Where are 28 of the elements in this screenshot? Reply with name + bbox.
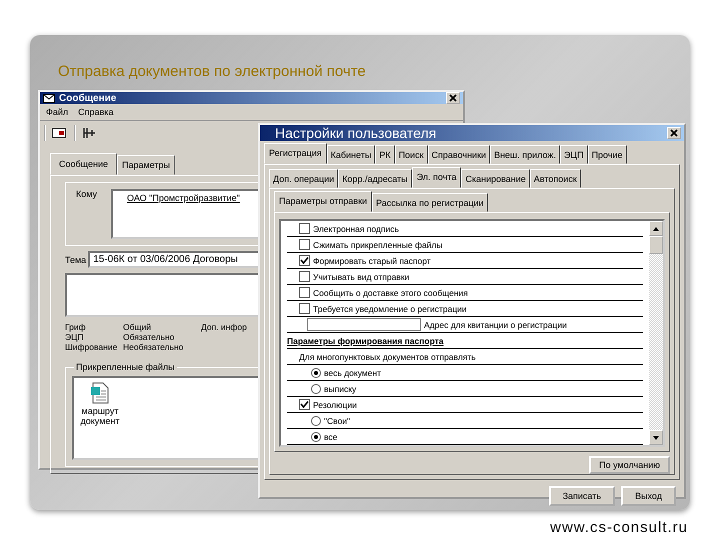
- info-label: Гриф: [65, 322, 87, 332]
- checkbox-label: Учитывать вид отправки: [313, 272, 410, 282]
- checkbox-label: Электронная подпись: [313, 224, 399, 234]
- to-label: Кому: [76, 189, 98, 201]
- group-label: Прикрепленные файлы: [74, 362, 177, 372]
- radio-label: "Свои": [324, 416, 350, 426]
- info-label: ЭЦП: [65, 332, 85, 342]
- section-heading: Параметры формирования паспорта: [287, 336, 444, 346]
- website-url: www.cs-consult.ru: [550, 519, 688, 536]
- info-value: Общий: [123, 322, 152, 332]
- slide-title: Отправка документов по электронной почте: [58, 63, 366, 80]
- info-value: Обязательно: [123, 332, 176, 342]
- window-title: Сообщение: [59, 92, 116, 104]
- field-label: Адрес для квитанции о регистрации: [424, 320, 567, 330]
- option-text: Для многопунктовых документов отправлять: [299, 352, 476, 362]
- checkbox-label: Резолюции: [313, 400, 357, 410]
- info-label: Доп. инфор: [201, 322, 247, 332]
- info-value: Необязательно: [123, 342, 184, 352]
- checkbox-label: Сообщить о доставке этого сообщения: [313, 288, 468, 298]
- checkbox-label: Формировать старый паспорт: [313, 256, 431, 266]
- checkbox-label: Требуется уведомление о регистрации: [313, 304, 467, 314]
- radio-label: весь документ: [324, 368, 382, 378]
- checkbox-label: Сжимать прикрепленные файлы: [313, 240, 442, 250]
- info-label: Шифрование: [65, 342, 118, 352]
- window-title: Настройки пользователя: [274, 125, 436, 141]
- radio-label: выписку: [324, 384, 356, 394]
- subject-label: Тема: [65, 254, 86, 264]
- radio-label: все: [324, 432, 338, 442]
